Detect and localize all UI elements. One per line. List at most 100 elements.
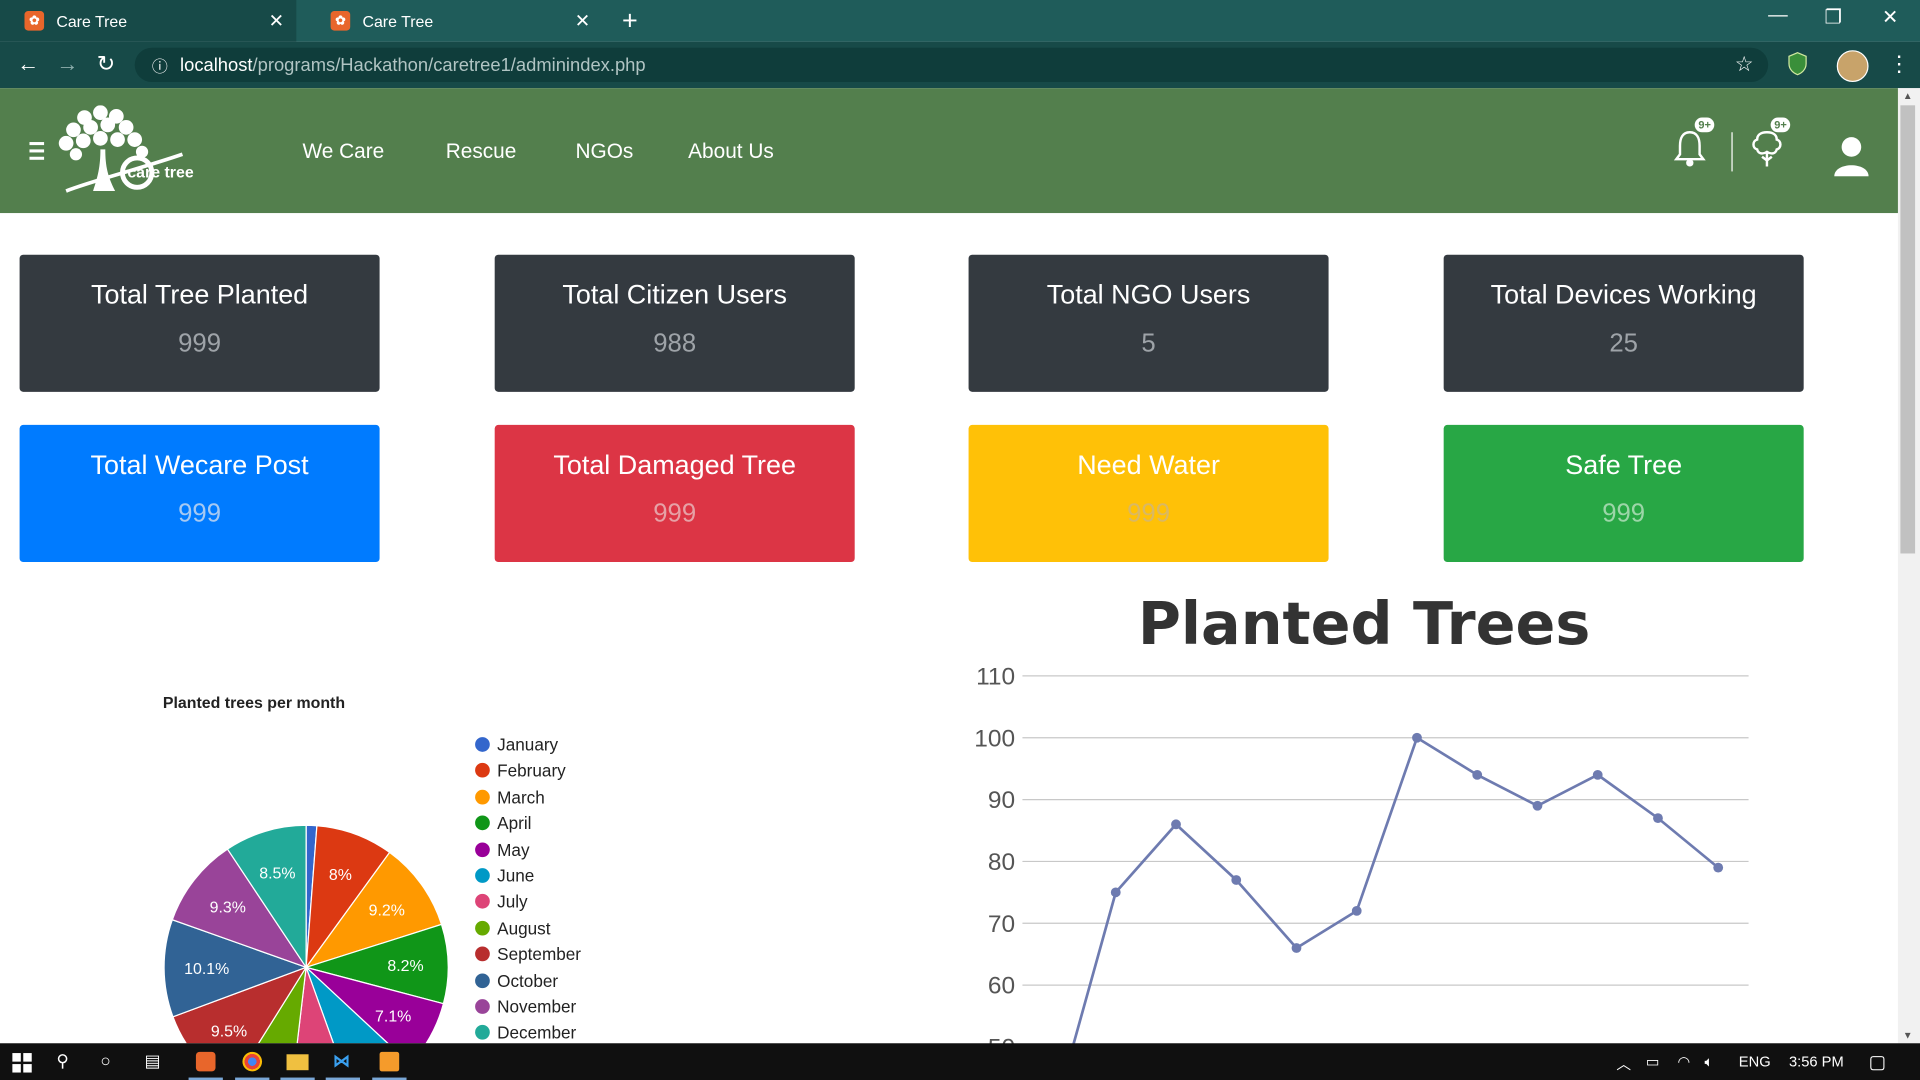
legend-label: February bbox=[497, 760, 566, 781]
line-point[interactable] bbox=[1412, 732, 1422, 743]
stat-card-total-damaged-tree: Total Damaged Tree 999 bbox=[494, 424, 855, 563]
xampp-app-icon[interactable] bbox=[195, 1051, 216, 1072]
bookmark-star-icon[interactable]: ☆ bbox=[1735, 53, 1754, 77]
stat-value: 25 bbox=[1609, 329, 1638, 358]
url-host: localhost bbox=[180, 54, 253, 76]
legend-swatch bbox=[475, 737, 490, 752]
legend-label: January bbox=[497, 734, 559, 755]
close-window-icon[interactable]: ✕ bbox=[1882, 5, 1898, 29]
notification-badge: 9+ bbox=[1694, 117, 1715, 133]
legend-item-may[interactable]: May bbox=[475, 840, 530, 859]
address-bar-row: ← → ↻ ⓘ localhost /programs/Hackathon/ca… bbox=[0, 41, 1920, 89]
browser-tab-2[interactable]: ✿ Care Tree ✕ bbox=[306, 0, 602, 42]
line-point[interactable] bbox=[1110, 887, 1121, 898]
legend-item-december[interactable]: December bbox=[475, 1023, 576, 1043]
stat-value: 999 bbox=[653, 499, 697, 528]
windows-start-icon[interactable] bbox=[12, 1053, 32, 1073]
stat-title: Need Water bbox=[1077, 449, 1220, 480]
legend-item-june[interactable]: June bbox=[475, 865, 535, 886]
battery-icon[interactable]: ▭ bbox=[1646, 1053, 1660, 1070]
browser-menu-icon[interactable]: ⋮ bbox=[1888, 51, 1910, 77]
line-point[interactable] bbox=[1231, 875, 1242, 885]
nav-about-us[interactable]: About Us bbox=[688, 140, 774, 164]
scrollbar-thumb[interactable] bbox=[1900, 105, 1916, 554]
legend-item-january[interactable]: January bbox=[475, 734, 559, 755]
legend-item-august[interactable]: August bbox=[475, 918, 551, 938]
legend-swatch bbox=[475, 999, 490, 1014]
legend-label: June bbox=[497, 865, 535, 886]
y-tick-label: 80 bbox=[988, 849, 1015, 876]
close-tab-icon[interactable]: ✕ bbox=[575, 10, 590, 32]
pie-slice-label: 9.5% bbox=[211, 1023, 247, 1040]
browser-tab-1[interactable]: ✿ Care Tree ✕ bbox=[0, 0, 297, 42]
legend-swatch bbox=[475, 868, 490, 883]
volume-icon[interactable]: 🔈︎ bbox=[1704, 1053, 1713, 1071]
task-view-icon[interactable]: ▤ bbox=[144, 1051, 160, 1072]
close-tab-icon[interactable]: ✕ bbox=[269, 10, 284, 32]
cortana-icon[interactable]: ○ bbox=[100, 1051, 110, 1071]
new-tab-icon[interactable]: + bbox=[622, 5, 638, 37]
tree-alerts-button[interactable]: 9+ bbox=[1749, 117, 1791, 175]
line-point[interactable] bbox=[1653, 813, 1663, 824]
legend-item-july[interactable]: July bbox=[475, 891, 528, 912]
legend-item-september[interactable]: September bbox=[475, 944, 581, 964]
xampp-favicon-icon: ✿ bbox=[24, 11, 45, 31]
care-tree-logo[interactable]: care tree bbox=[29, 105, 237, 198]
line-point[interactable] bbox=[1532, 800, 1543, 811]
page-scrollbar[interactable]: ▲ ▼ bbox=[1897, 88, 1920, 1044]
search-icon[interactable]: ⚲ bbox=[56, 1051, 69, 1072]
legend-label: September bbox=[497, 944, 582, 964]
legend-label: August bbox=[497, 918, 551, 938]
minimize-icon[interactable]: — bbox=[1768, 5, 1788, 27]
legend-swatch bbox=[475, 920, 490, 936]
reload-icon[interactable]: ↻ bbox=[97, 51, 115, 77]
user-account-button[interactable] bbox=[1833, 135, 1870, 183]
line-point[interactable] bbox=[1472, 769, 1483, 780]
notification-button[interactable]: 9+ bbox=[1673, 117, 1715, 175]
language-indicator[interactable]: ENG bbox=[1739, 1053, 1771, 1070]
shield-extension-icon[interactable] bbox=[1787, 51, 1809, 76]
scroll-down-arrow-icon[interactable]: ▼ bbox=[1903, 1030, 1913, 1041]
user-icon bbox=[1834, 137, 1869, 177]
forward-icon[interactable]: → bbox=[56, 51, 78, 77]
clock[interactable]: 3:56 PM bbox=[1789, 1053, 1844, 1070]
stat-value: 5 bbox=[1141, 329, 1156, 358]
line-point[interactable] bbox=[1171, 819, 1181, 830]
pie-slice-label: 9.3% bbox=[210, 899, 246, 916]
stat-card-total-citizen-users: Total Citizen Users 988 bbox=[494, 254, 855, 392]
restore-icon[interactable]: ❐ bbox=[1824, 5, 1842, 29]
legend-item-october[interactable]: October bbox=[475, 971, 558, 990]
wifi-icon[interactable]: ◠ bbox=[1678, 1053, 1691, 1070]
pie-chart-title: Planted trees per month bbox=[162, 693, 346, 712]
stat-card-total-tree-planted: Total Tree Planted 999 bbox=[19, 254, 380, 392]
action-center-icon[interactable]: ▢ bbox=[1869, 1051, 1886, 1073]
nav-we-care[interactable]: We Care bbox=[302, 140, 384, 164]
sublime-app-icon[interactable] bbox=[379, 1051, 400, 1072]
nav-ngos[interactable]: NGOs bbox=[576, 140, 634, 164]
line-point[interactable] bbox=[1592, 769, 1603, 780]
scroll-up-arrow-icon[interactable]: ▲ bbox=[1903, 91, 1913, 102]
stat-value: 999 bbox=[178, 329, 222, 358]
legend-label: July bbox=[497, 891, 528, 912]
chrome-app-icon[interactable] bbox=[242, 1051, 263, 1072]
url-path: /programs/Hackathon/caretree1/adminindex… bbox=[252, 54, 646, 76]
legend-item-april[interactable]: April bbox=[475, 813, 531, 833]
vscode-app-icon[interactable]: ⋈ bbox=[333, 1051, 350, 1072]
line-series bbox=[1070, 735, 1720, 1051]
line-point[interactable] bbox=[1291, 943, 1302, 953]
tray-chevron-icon[interactable]: ︿ bbox=[1616, 1053, 1631, 1074]
info-icon[interactable]: ⓘ bbox=[152, 53, 168, 76]
nav-rescue[interactable]: Rescue bbox=[446, 140, 517, 164]
legend-item-march[interactable]: March bbox=[475, 787, 545, 807]
stat-title: Total NGO Users bbox=[1046, 279, 1251, 310]
url-field[interactable]: ⓘ localhost /programs/Hackathon/caretree… bbox=[134, 47, 1769, 83]
line-point[interactable] bbox=[1713, 862, 1724, 873]
legend-label: March bbox=[497, 787, 545, 807]
legend-item-february[interactable]: February bbox=[475, 760, 566, 781]
file-explorer-icon[interactable] bbox=[286, 1054, 309, 1071]
profile-avatar[interactable] bbox=[1836, 50, 1869, 83]
legend-item-november[interactable]: November bbox=[475, 997, 576, 1016]
legend-label: December bbox=[497, 1022, 577, 1043]
back-icon[interactable]: ← bbox=[17, 51, 39, 77]
line-point[interactable] bbox=[1351, 906, 1362, 916]
